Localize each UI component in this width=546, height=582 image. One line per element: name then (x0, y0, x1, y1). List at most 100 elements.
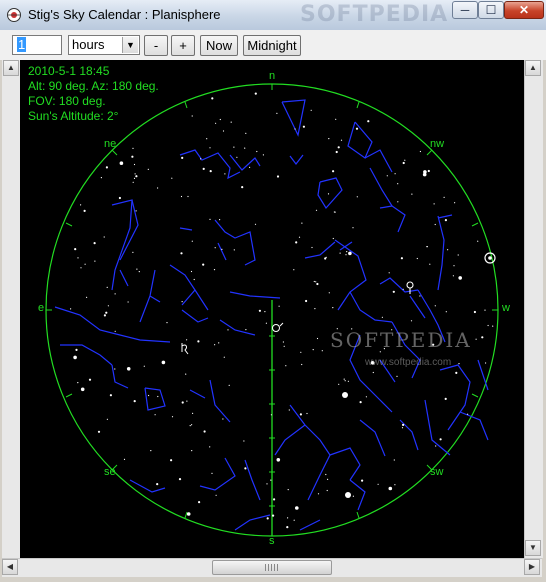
chevron-down-icon[interactable]: ▼ (122, 37, 138, 53)
star (402, 423, 405, 426)
star (213, 269, 216, 271)
planisphere-icon[interactable] (6, 7, 22, 23)
star (198, 501, 201, 504)
star (359, 401, 362, 404)
star (114, 330, 116, 332)
star (367, 120, 370, 123)
vertical-scrollbar[interactable]: ▲ ▼ (524, 60, 543, 558)
window-title: Stig's Sky Calendar : Planisphere (28, 7, 221, 22)
star (485, 362, 487, 364)
plus-button[interactable]: + (171, 35, 195, 56)
star (310, 109, 312, 111)
star (388, 486, 393, 491)
star (345, 254, 347, 256)
star (243, 440, 245, 442)
horizontal-scrollbar[interactable]: ◀ ▶ (2, 558, 542, 577)
star (427, 169, 430, 173)
star (215, 122, 217, 124)
star (487, 324, 489, 327)
minus-button[interactable]: - (144, 35, 168, 56)
star (171, 416, 174, 418)
star (214, 344, 216, 346)
star (434, 305, 436, 307)
star (106, 286, 108, 288)
scroll-left-icon[interactable]: ◀ (2, 559, 18, 575)
star (311, 246, 313, 249)
star (282, 341, 284, 343)
now-button[interactable]: Now (200, 35, 238, 56)
star (443, 196, 445, 198)
star (264, 311, 266, 313)
direction-southwest: sw (430, 466, 444, 478)
scroll-down-icon[interactable]: ▼ (525, 540, 541, 556)
star (222, 418, 224, 420)
minimize-button[interactable]: ─ (452, 1, 478, 19)
star (233, 249, 235, 251)
star (186, 512, 191, 516)
star (321, 350, 323, 352)
star (86, 296, 88, 298)
bright-star-marker (342, 392, 348, 398)
star (332, 237, 334, 240)
star (233, 146, 235, 148)
star (245, 132, 247, 134)
star (447, 249, 449, 251)
star (209, 147, 211, 149)
star (193, 278, 195, 281)
star (315, 281, 317, 283)
title-bar: Stig's Sky Calendar : Planisphere SOFTPE… (0, 0, 546, 31)
star (171, 177, 173, 179)
scroll-thumb[interactable] (212, 560, 332, 575)
star (191, 240, 193, 242)
star (276, 112, 278, 114)
star (444, 397, 447, 400)
star (156, 483, 159, 486)
star (105, 311, 108, 314)
unit-select[interactable]: hours ▼ (68, 35, 140, 55)
star (340, 139, 343, 141)
star (347, 380, 349, 382)
planisphere-view[interactable]: 2010-5-1 18:45 Alt: 90 deg. Az: 180 deg.… (20, 60, 524, 558)
sky-chart[interactable] (20, 60, 524, 558)
star (132, 147, 134, 149)
close-button[interactable]: ✕ (504, 1, 544, 19)
star (135, 210, 137, 212)
scroll-right-icon[interactable]: ▶ (524, 559, 540, 575)
star (293, 269, 295, 271)
star (80, 267, 82, 269)
star (147, 168, 149, 170)
star (388, 272, 390, 274)
star (402, 161, 405, 165)
star (94, 260, 96, 262)
datetime-label: 2010-5-1 18:45 (28, 64, 110, 78)
maximize-button[interactable]: ☐ (478, 1, 504, 19)
star (244, 147, 246, 149)
star (74, 248, 77, 251)
star (103, 236, 105, 238)
star (314, 308, 316, 310)
star (244, 467, 247, 470)
star (150, 450, 152, 452)
midnight-button[interactable]: Midnight (243, 35, 301, 56)
star (181, 401, 184, 404)
scroll-up-icon[interactable]: ▲ (3, 60, 19, 76)
step-input[interactable]: 1 (12, 35, 62, 55)
scroll-up-icon[interactable]: ▲ (525, 60, 541, 76)
star (136, 268, 138, 270)
star (287, 517, 289, 519)
star (301, 363, 303, 366)
star (332, 170, 335, 173)
star (266, 483, 268, 485)
bright-star-marker (345, 492, 351, 498)
star (361, 479, 364, 482)
grip-icon (265, 564, 279, 571)
star (209, 446, 211, 448)
star (178, 478, 182, 481)
alt-az-label: Alt: 90 deg. Az: 180 deg. (28, 79, 159, 93)
star (356, 196, 358, 198)
star (127, 301, 129, 303)
star (133, 163, 136, 166)
star (249, 166, 251, 168)
star (394, 173, 396, 175)
star (433, 203, 435, 205)
